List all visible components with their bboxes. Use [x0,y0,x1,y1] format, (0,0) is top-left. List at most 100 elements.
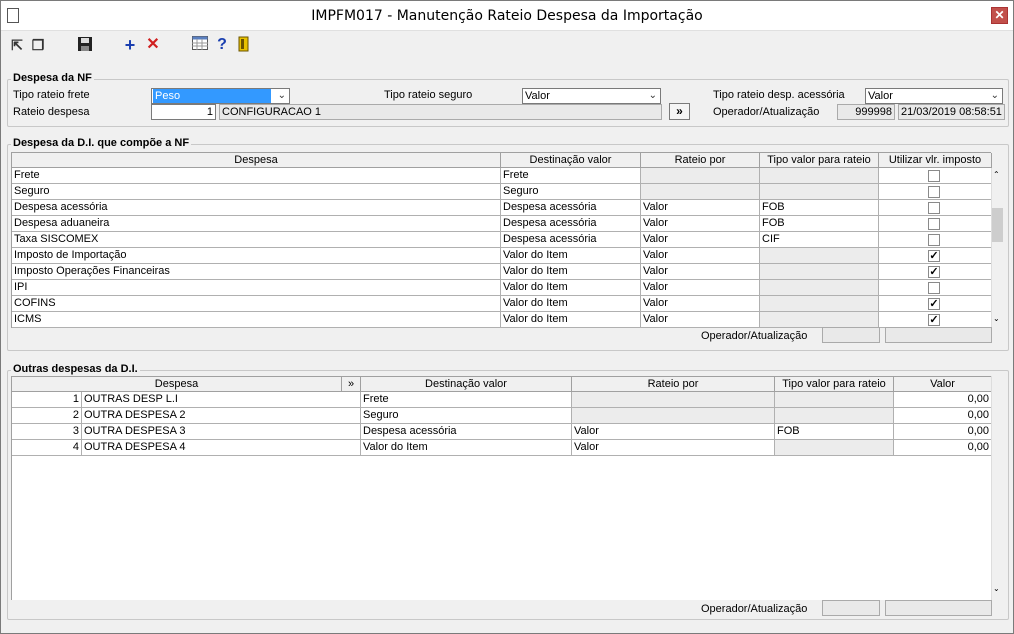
checkbox[interactable] [928,282,940,294]
di-row-cell[interactable]: Valor [641,216,760,232]
outras-row-despesa[interactable]: OUTRA DESPESA 3 [82,424,361,440]
outras-row-cell[interactable]: FOB [775,424,894,440]
di-column-header[interactable]: Despesa [12,153,501,168]
di-row-cell[interactable]: FOB [760,200,879,216]
di-row-cell[interactable] [760,264,879,280]
outras-column-header[interactable]: Rateio por [572,377,775,392]
di-row-cell[interactable]: Valor [641,200,760,216]
di-row-cell[interactable]: Valor [641,312,760,328]
tipo-seguro-select[interactable]: Valor ⌄ [522,88,661,104]
di-row-cell[interactable]: Valor [641,248,760,264]
di-row-cell[interactable] [760,312,879,328]
di-row-cell[interactable]: Seguro [501,184,641,200]
di-row-cell[interactable]: Valor [641,264,760,280]
di-row-cell[interactable] [641,184,760,200]
outras-row-cell[interactable]: 0,00 [894,440,992,456]
scroll-up-icon[interactable]: ⌃ [993,170,1000,179]
scroll-down-icon[interactable]: ⌄ [993,314,1000,323]
back-icon[interactable]: ⇱ [8,36,26,54]
di-row-cell[interactable]: Despesa acessória [501,232,641,248]
tipo-frete-select[interactable]: Peso ⌄ [151,88,290,104]
di-row-cell[interactable]: Valor do Item [501,264,641,280]
outras-row-cell[interactable]: 0,00 [894,392,992,408]
checkbox[interactable] [928,186,940,198]
checkbox[interactable] [928,170,940,182]
checked-checkbox-icon[interactable]: ✓ [928,266,940,278]
outras-operador-label: Operador/Atualização [701,603,808,615]
di-row-cell[interactable] [760,280,879,296]
copy-icon[interactable]: ❐ [29,36,47,54]
di-row-cell[interactable]: Despesa acessória [501,200,641,216]
di-row-cell[interactable]: Valor do Item [501,280,641,296]
delete-icon[interactable]: ✕ [144,36,162,54]
di-row-cell[interactable] [760,184,879,200]
outras-row-despesa[interactable]: OUTRA DESPESA 2 [82,408,361,424]
checkbox[interactable] [928,234,940,246]
help-icon[interactable]: ? [213,36,231,54]
di-column-header[interactable]: Tipo valor para rateio [760,153,879,168]
outras-scrollbar[interactable]: ⌄ [991,376,1003,600]
di-row-cell[interactable] [760,296,879,312]
di-scrollbar[interactable]: ⌃ ⌄ [991,168,1003,328]
rateio-lookup-button[interactable]: » [669,103,690,120]
outras-row-cell[interactable]: Frete [361,392,572,408]
di-row-cell[interactable]: Valor do Item [501,312,641,328]
outras-row-cell[interactable] [572,408,775,424]
di-row-cell[interactable]: Despesa acessória [501,216,641,232]
outras-row-cell[interactable]: Valor do Item [361,440,572,456]
di-row-cell[interactable]: Valor [641,232,760,248]
outras-row-despesa[interactable]: OUTRAS DESP L.I [82,392,361,408]
di-row-despesa: Imposto Operações Financeiras [12,264,501,280]
outras-row-cell[interactable] [572,392,775,408]
rateio-description: CONFIGURACAO 1 [219,104,662,120]
di-row-cell[interactable]: Frete [501,168,641,184]
add-icon[interactable]: + [121,36,139,54]
outras-operador-value [822,600,880,616]
checkbox[interactable] [928,218,940,230]
outras-row-cell[interactable] [775,440,894,456]
save-icon[interactable] [76,36,94,54]
outras-column-header[interactable]: Destinação valor [361,377,572,392]
outras-column-header[interactable]: Valor [894,377,992,392]
di-row-cell[interactable] [760,248,879,264]
rateio-number-input[interactable]: 1 [151,104,216,120]
outras-column-header[interactable]: Despesa [12,377,342,392]
scroll-thumb[interactable] [992,208,1003,242]
di-row-cell[interactable] [641,168,760,184]
outras-row-cell[interactable] [775,392,894,408]
di-column-header[interactable]: Rateio por [641,153,760,168]
di-row-cell[interactable]: Valor [641,296,760,312]
di-table: Despesa Destinação valor Rateio por Tipo va… [11,152,992,328]
close-button[interactable]: ✕ [991,7,1008,24]
di-column-header[interactable]: Utilizar vlr. imposto [879,153,992,168]
checkbox[interactable] [928,202,940,214]
chevron-down-icon: ⌄ [648,90,657,101]
di-row-cell[interactable]: FOB [760,216,879,232]
checked-checkbox-icon[interactable]: ✓ [928,298,940,310]
di-row-cell[interactable] [760,168,879,184]
outras-row-cell[interactable]: Valor [572,424,775,440]
exit-icon[interactable] [235,36,253,54]
outras-row-cell[interactable] [775,408,894,424]
di-row-cell[interactable]: Valor do Item [501,248,641,264]
outras-row-despesa[interactable]: OUTRA DESPESA 4 [82,440,361,456]
scroll-down-icon[interactable]: ⌄ [993,584,1000,593]
di-row-cell[interactable]: Valor do Item [501,296,641,312]
outras-column-header[interactable]: Tipo valor para rateio [775,377,894,392]
nf-operador-label: Operador/Atualização [713,106,820,118]
di-row-cell[interactable]: Valor [641,280,760,296]
outras-row-cell[interactable]: Despesa acessória [361,424,572,440]
di-row-cell[interactable]: CIF [760,232,879,248]
checked-checkbox-icon[interactable]: ✓ [928,314,940,326]
checked-checkbox-icon[interactable]: ✓ [928,250,940,262]
outras-row-cell[interactable]: Seguro [361,408,572,424]
calendar-icon[interactable] [191,36,209,54]
outras-lookup-button[interactable]: » [342,377,361,392]
chevron-down-icon: ⌄ [277,90,286,101]
tipo-desp-select[interactable]: Valor ⌄ [865,88,1003,104]
outras-row-cell[interactable]: 0,00 [894,424,992,440]
di-row-despesa: ICMS [12,312,501,328]
outras-row-cell[interactable]: 0,00 [894,408,992,424]
di-column-header[interactable]: Destinação valor [501,153,641,168]
outras-row-cell[interactable]: Valor [572,440,775,456]
